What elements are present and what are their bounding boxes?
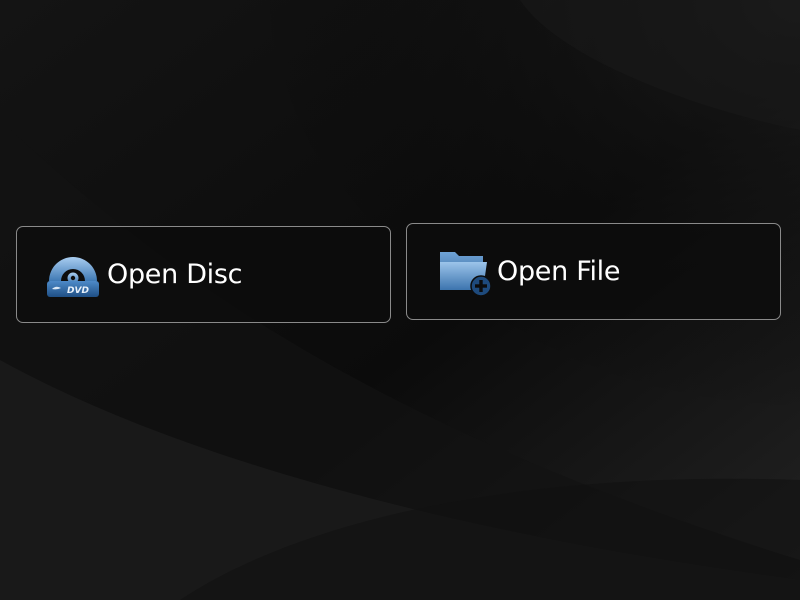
start-screen: DVD Open Disc Open File (0, 0, 800, 600)
disc-icon: DVD (45, 247, 101, 303)
folder-add-icon (437, 244, 493, 300)
open-file-label: Open File (497, 256, 621, 287)
disc-icon-label: DVD (67, 286, 89, 296)
open-disc-button[interactable]: DVD Open Disc (16, 226, 391, 323)
open-file-button[interactable]: Open File (406, 223, 781, 320)
open-disc-label: Open Disc (107, 259, 243, 290)
